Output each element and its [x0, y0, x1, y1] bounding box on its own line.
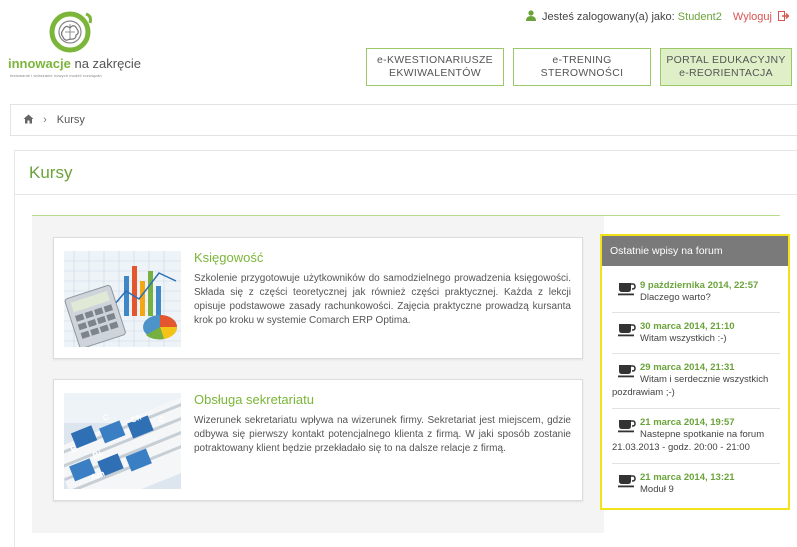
nav-label: e-REORIENTACJA: [679, 67, 773, 79]
user-bar: Jesteś zalogowany(a) jako: Student2 Wylo…: [525, 10, 790, 23]
course-card[interactable]: C Ch C B Bi Am Obsługa sekretariatu Wize…: [53, 379, 583, 501]
coffee-cup-icon: [618, 283, 636, 296]
nav-label: PORTAL EDUKACYJNY: [666, 54, 786, 66]
logged-in-label: Jesteś zalogowany(a) jako:: [542, 11, 675, 23]
forum-post-date[interactable]: 9 października 2014, 22:57: [640, 280, 780, 291]
divider: [604, 215, 780, 216]
site-logo[interactable]: innowacje na zakręcie testowanie i wdraż…: [8, 10, 143, 80]
secretary-files-image: C Ch C B Bi Am: [64, 393, 181, 489]
forum-post-body: 21 marca 2014, 19:57: [640, 417, 780, 428]
nav-e-trening[interactable]: e-TRENING STEROWNOŚCI: [513, 48, 651, 86]
forum-post[interactable]: 21 marca 2014, 13:21 Moduł 9: [612, 472, 780, 505]
breadcrumb-separator: ›: [43, 114, 47, 126]
forum-widget: Ostatnie wpisy na forum 9 października 2…: [600, 234, 790, 510]
forum-post-text: Witam wszystkich :-): [640, 333, 727, 344]
accounting-image: [64, 251, 181, 347]
nav-label: e-KWESTIONARIUSZE: [377, 54, 493, 66]
username-link[interactable]: Student2: [678, 11, 722, 23]
forum-post-text: Dlaczego warto?: [640, 292, 711, 303]
course-description: Szkolenie przygotowuje użytkowników do s…: [194, 273, 571, 326]
forum-post-body: 21 marca 2014, 13:21 Moduł 9: [640, 472, 780, 496]
coffee-cup-icon: [618, 365, 636, 378]
forum-post[interactable]: 9 października 2014, 22:57 Dlaczego wart…: [612, 280, 780, 313]
nav-label: STEROWNOŚCI: [540, 67, 624, 79]
brand-tagline: testowanie i wdrażanie nowych modeli roz…: [10, 73, 102, 78]
forum-post[interactable]: 30 marca 2014, 21:10 Witam wszystkich :-…: [612, 321, 780, 354]
home-icon[interactable]: [23, 114, 34, 124]
page-title: Kursy: [29, 163, 73, 182]
logout-link[interactable]: Wyloguj: [733, 11, 790, 23]
forum-post-date[interactable]: 29 marca 2014, 21:31: [640, 362, 780, 373]
forum-post-body: 29 marca 2014, 21:31: [640, 362, 780, 373]
forum-post-text: Moduł 9: [640, 484, 674, 495]
forum-post-date[interactable]: 21 marca 2014, 19:57: [640, 417, 780, 428]
course-list: Księgowość Szkolenie przygotowuje użytko…: [32, 215, 604, 533]
course-card[interactable]: Księgowość Szkolenie przygotowuje użytko…: [53, 237, 583, 359]
coffee-cup-icon: [618, 324, 636, 337]
nav-portal-edukacyjny[interactable]: PORTAL EDUKACYJNY e-REORIENTACJA: [660, 48, 792, 86]
brain-logo-icon: [49, 11, 92, 53]
course-title[interactable]: Księgowość: [194, 250, 263, 265]
forum-post[interactable]: 21 marca 2014, 19:57 Nastepne spotkanie …: [612, 417, 780, 464]
forum-post-date[interactable]: 21 marca 2014, 13:21: [640, 472, 780, 483]
forum-post[interactable]: 29 marca 2014, 21:31 Witam i serdecznie …: [612, 362, 780, 409]
forum-heading: Ostatnie wpisy na forum: [602, 236, 788, 266]
nav-label: EKWIWALENTÓW: [389, 67, 481, 79]
coffee-cup-icon: [618, 475, 636, 488]
nav-label: e-TRENING: [552, 54, 612, 66]
forum-post-text: Witam i serdecznie wszystkich pozdrawiam…: [612, 374, 769, 398]
coffee-cup-icon: [618, 420, 636, 433]
forum-post-body: 30 marca 2014, 21:10 Witam wszystkich :-…: [640, 321, 780, 345]
nav-e-kwestionariusze[interactable]: e-KWESTIONARIUSZE EKWIWALENTÓW: [366, 48, 504, 86]
forum-post-text: Nastepne spotkanie na forum 21.03.2013 -…: [612, 429, 765, 453]
forum-post-body: 9 października 2014, 22:57 Dlaczego wart…: [640, 280, 780, 304]
breadcrumb: › Kursy: [10, 104, 797, 136]
user-icon: [525, 10, 536, 21]
course-title[interactable]: Obsługa sekretariatu: [194, 392, 314, 407]
breadcrumb-current: Kursy: [56, 114, 85, 126]
logout-label[interactable]: Wyloguj: [733, 11, 772, 23]
logout-icon: [778, 11, 790, 21]
course-description: Wizerunek sekretariatu wpływa na wizerun…: [194, 415, 571, 454]
forum-post-date[interactable]: 30 marca 2014, 21:10: [640, 321, 780, 332]
brand-name: innowacje na zakręcie: [8, 56, 141, 71]
title-divider: [15, 194, 797, 195]
